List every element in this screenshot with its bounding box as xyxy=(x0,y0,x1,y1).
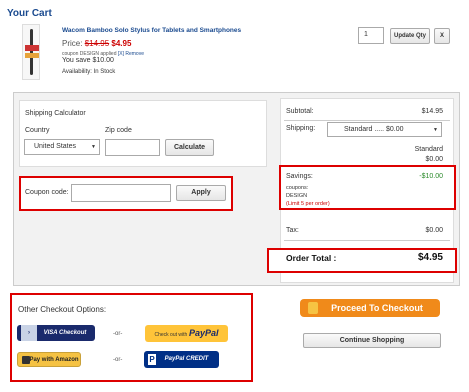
availability-text: Availability: In Stock xyxy=(62,69,116,75)
subtotal-label: Subtotal: xyxy=(286,108,314,115)
shipping-method-select[interactable]: Standard ..... $0.00 ▼ xyxy=(327,122,442,137)
shipping-calculator-title: Shipping Calculator xyxy=(25,110,86,117)
country-select-value: United States xyxy=(34,143,77,150)
order-total-label: Order Total : xyxy=(286,253,337,263)
new-price: $4.95 xyxy=(111,39,132,48)
zip-input[interactable] xyxy=(105,139,160,156)
paypal-checkout-button[interactable]: Check out with PayPal xyxy=(145,325,228,342)
coupon-limit-note: (Limit 5 per order) xyxy=(286,201,330,207)
or-separator: -or- xyxy=(113,357,123,363)
country-label: Country xyxy=(25,127,50,134)
paypal-prefix: Check out with xyxy=(154,332,188,338)
divider xyxy=(284,120,450,121)
tax-value: $0.00 xyxy=(425,227,443,234)
amazon-pay-button[interactable]: Pay with Amazon xyxy=(17,352,81,367)
old-price: $14.95 xyxy=(84,39,110,48)
continue-shopping-button[interactable]: Continue Shopping xyxy=(303,333,441,348)
shipping-method-name: Standard xyxy=(414,146,443,153)
remove-coupon-link[interactable]: [X] Remove xyxy=(118,51,144,57)
stylus-band-red xyxy=(25,45,39,51)
divider xyxy=(284,240,450,241)
stylus-image xyxy=(30,29,33,75)
chevron-down-icon: ▼ xyxy=(91,144,96,150)
tax-label: Tax: xyxy=(286,227,299,234)
update-qty-button[interactable]: Update Qty xyxy=(390,28,430,44)
coupon-code-applied: DESIGN xyxy=(286,193,308,199)
product-name-link[interactable]: Wacom Bamboo Solo Stylus for Tablets and… xyxy=(62,27,241,34)
shipping-value: $0.00 xyxy=(425,156,443,163)
order-total-value: $4.95 xyxy=(417,252,443,263)
country-select[interactable]: United States ▼ xyxy=(24,139,100,155)
coupons-label: coupons: xyxy=(286,185,309,191)
savings-label: Savings: xyxy=(286,173,313,180)
quantity-input[interactable]: 1 xyxy=(358,27,384,44)
zip-label: Zip code xyxy=(105,127,132,134)
price-label: Price: xyxy=(62,39,83,48)
coupon-code-label: Coupon code: xyxy=(25,189,69,196)
apply-coupon-button[interactable]: Apply xyxy=(176,185,226,201)
other-checkout-title: Other Checkout Options: xyxy=(18,305,107,314)
shipping-option-value: Standard ..... $0.00 xyxy=(344,126,404,133)
item-price: Price: $14.95 $4.95 xyxy=(62,39,131,48)
or-separator: -or- xyxy=(113,331,123,337)
paypal-credit-label: PayPal CREDIT xyxy=(164,356,209,362)
proceed-label: Proceed To Checkout xyxy=(331,303,423,313)
chevron-down-icon: ▼ xyxy=(433,127,438,133)
product-thumbnail[interactable] xyxy=(22,24,40,80)
shipping-label: Shipping: xyxy=(286,125,316,132)
subtotal-value: $14.95 xyxy=(421,108,443,115)
amazon-icon xyxy=(22,356,30,364)
lock-icon xyxy=(308,302,318,314)
paypal-label: PayPal xyxy=(188,328,219,338)
you-save-text: You save $10.00 xyxy=(62,57,114,64)
page-title: Your Cart xyxy=(7,8,52,19)
stylus-band-orange xyxy=(25,53,39,58)
paypal-icon: P xyxy=(148,354,156,365)
proceed-to-checkout-button[interactable]: Proceed To Checkout xyxy=(300,299,440,317)
visa-checkout-button[interactable]: › VISA Checkout xyxy=(17,325,95,341)
remove-item-button[interactable]: X xyxy=(434,28,450,44)
calculate-button[interactable]: Calculate xyxy=(165,139,214,156)
paypal-credit-button[interactable]: P PayPal CREDIT xyxy=(144,351,219,368)
savings-value: -$10.00 xyxy=(419,173,443,180)
coupon-code-input[interactable] xyxy=(71,184,171,202)
chevron-right-icon: › xyxy=(21,325,37,341)
